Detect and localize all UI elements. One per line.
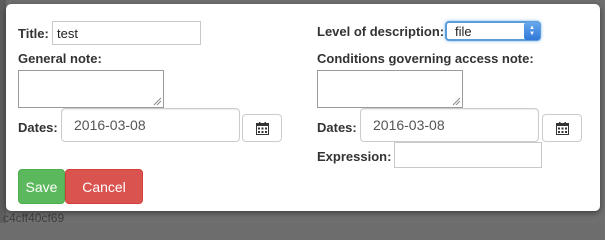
resize-grip-icon[interactable] — [153, 97, 162, 106]
general-note-label: General note: — [18, 51, 102, 66]
general-note-textarea[interactable] — [18, 70, 164, 108]
level-of-description-value: file — [455, 24, 472, 39]
level-of-description-label: Level of description: — [317, 24, 445, 39]
dates-input-right[interactable] — [360, 108, 539, 142]
cancel-button[interactable]: Cancel — [65, 169, 143, 204]
dates-label-right: Dates: — [317, 120, 357, 135]
title-label: Title: — [18, 26, 49, 41]
select-arrows-icon: ▲ ▼ — [524, 22, 540, 40]
title-input[interactable] — [52, 21, 201, 45]
dates-input-left[interactable] — [61, 108, 240, 142]
expression-label: Expression: — [317, 149, 392, 164]
conditions-access-note-textarea[interactable] — [317, 70, 463, 108]
calendar-button-right[interactable] — [542, 114, 582, 142]
calendar-icon — [555, 121, 569, 135]
dates-label-left: Dates: — [18, 120, 58, 135]
expression-input[interactable] — [394, 142, 542, 168]
edit-modal: Title: General note: Dates: Level of des… — [6, 4, 600, 211]
background-partial-text: c4cff40cf69 — [3, 211, 65, 225]
resize-grip-icon[interactable] — [452, 97, 461, 106]
calendar-icon — [255, 121, 269, 135]
save-button[interactable]: Save — [18, 169, 65, 204]
level-of-description-select[interactable]: file ▲ ▼ — [445, 21, 541, 41]
calendar-button-left[interactable] — [242, 114, 282, 142]
conditions-access-note-label: Conditions governing access note: — [317, 51, 534, 66]
